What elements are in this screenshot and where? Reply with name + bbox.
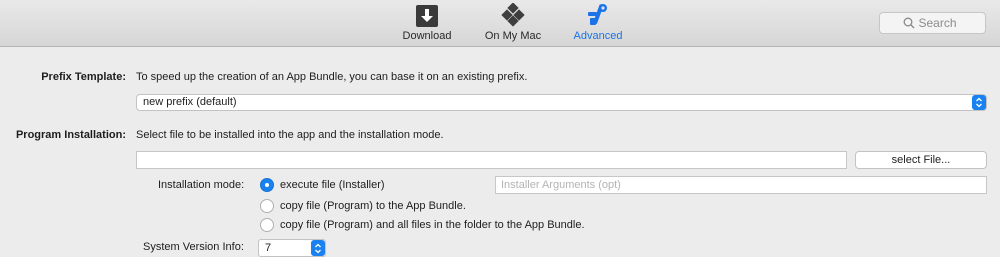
mode-radio-execute[interactable]: execute file (Installer)	[260, 177, 385, 193]
toolbar-item-advanced[interactable]: Advanced	[563, 3, 633, 42]
on-my-mac-icon	[501, 3, 525, 27]
toolbar: Download On My Mac Advanced	[0, 0, 1000, 47]
download-icon	[416, 5, 438, 27]
prefix-template-description: To speed up the creation of an App Bundl…	[136, 71, 528, 83]
program-file-field[interactable]	[136, 151, 847, 169]
advanced-tools-icon	[588, 4, 607, 25]
toolbar-item-label: Download	[402, 30, 452, 42]
mode-radio-label: execute file (Installer)	[280, 179, 385, 191]
toolbar-item-label: On My Mac	[484, 30, 542, 42]
system-version-value: 7	[265, 242, 272, 254]
prefix-template-popup[interactable]: new prefix (default)	[136, 94, 987, 111]
radio-unselected-icon	[260, 218, 274, 232]
toolbar-item-download[interactable]: Download	[392, 3, 462, 42]
installation-mode-label: Installation mode:	[158, 179, 245, 191]
prefix-template-selected: new prefix (default)	[143, 96, 237, 108]
system-version-label: System Version Info:	[143, 241, 244, 253]
system-version-popup[interactable]: 7	[258, 239, 326, 257]
search-field[interactable]	[879, 12, 986, 34]
select-file-button[interactable]: select File...	[855, 151, 987, 169]
popup-chevrons-icon	[972, 95, 986, 110]
mode-radio-label: copy file (Program) and all files in the…	[280, 219, 585, 231]
mode-radio-copy-file[interactable]: copy file (Program) to the App Bundle.	[260, 198, 466, 214]
toolbar-item-label: Advanced	[573, 30, 623, 42]
search-icon	[903, 17, 914, 29]
program-installation-description: Select file to be installed into the app…	[136, 129, 444, 141]
program-installation-label: Program Installation:	[15, 129, 126, 141]
popup-chevrons-icon	[311, 240, 325, 256]
radio-selected-icon	[260, 178, 274, 192]
mode-radio-copy-folder[interactable]: copy file (Program) and all files in the…	[260, 217, 585, 233]
prefix-template-label: Prefix Template:	[41, 71, 126, 83]
search-input[interactable]	[918, 16, 963, 30]
toolbar-item-on-my-mac[interactable]: On My Mac	[478, 3, 548, 42]
installer-arguments-field[interactable]: Installer Arguments (opt)	[495, 176, 987, 194]
mode-radio-label: copy file (Program) to the App Bundle.	[280, 200, 466, 212]
radio-unselected-icon	[260, 199, 274, 213]
